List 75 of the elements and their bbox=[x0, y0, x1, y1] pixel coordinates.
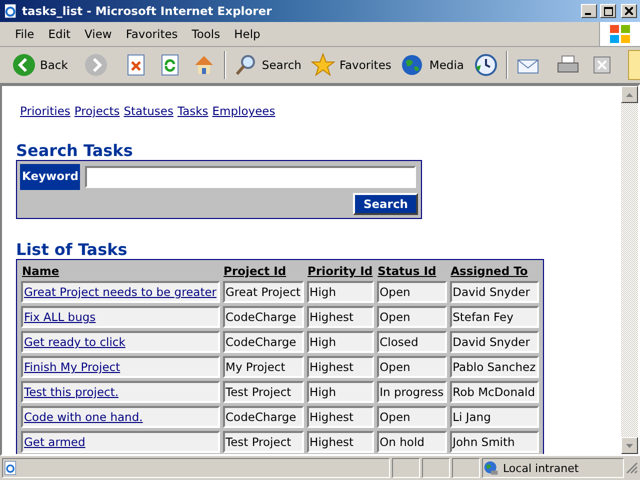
keyword-field[interactable] bbox=[85, 166, 416, 188]
menu-item[interactable]: File bbox=[8, 27, 42, 41]
nav-link[interactable]: Employees bbox=[212, 104, 276, 118]
table-cell: On hold bbox=[376, 431, 447, 453]
table-cell: Test Project bbox=[222, 381, 304, 403]
table-cell: High bbox=[306, 281, 374, 303]
window-title: tasks_list - Microsoft Internet Explorer bbox=[22, 4, 273, 18]
close-icon bbox=[625, 7, 633, 15]
search-button[interactable]: Search bbox=[232, 53, 304, 77]
menu-item[interactable]: Tools bbox=[184, 27, 228, 41]
back-button[interactable]: Back bbox=[10, 53, 70, 77]
nav-link[interactable]: Statuses bbox=[124, 104, 174, 118]
maximize-button[interactable] bbox=[600, 4, 616, 18]
minimize-button[interactable] bbox=[581, 4, 597, 18]
column-header[interactable]: Priority Id bbox=[306, 264, 374, 278]
table-cell: High bbox=[306, 381, 374, 403]
table-cell: Great Project bbox=[222, 281, 304, 303]
column-header[interactable]: Status Id bbox=[376, 264, 447, 278]
table-cell: Open bbox=[376, 356, 447, 378]
menu-item[interactable]: View bbox=[78, 27, 119, 41]
scroll-down-button[interactable] bbox=[621, 437, 638, 454]
nav-link[interactable]: Projects bbox=[74, 104, 120, 118]
menu-item[interactable]: Edit bbox=[41, 27, 78, 41]
maximize-icon bbox=[604, 6, 612, 16]
globe-icon bbox=[483, 460, 499, 476]
table-cell: David Snyder bbox=[450, 331, 539, 353]
table-cell: Pablo Sanchez bbox=[450, 356, 539, 378]
table-cell: High bbox=[306, 331, 374, 353]
status-pane bbox=[392, 458, 420, 478]
table-cell: In progress bbox=[376, 381, 447, 403]
history-clock-icon bbox=[474, 53, 498, 77]
status-pane bbox=[452, 458, 480, 478]
table-cell: Stefan Fey bbox=[450, 306, 539, 328]
menu-item[interactable]: Favorites bbox=[118, 27, 185, 41]
table-cell: Li Jang bbox=[450, 406, 539, 428]
column-header[interactable]: Project Id bbox=[222, 264, 304, 278]
table-cell: CodeCharge bbox=[222, 331, 304, 353]
close-button[interactable] bbox=[621, 4, 637, 18]
column-header[interactable]: Name bbox=[21, 264, 220, 278]
up-arrow-icon bbox=[626, 92, 633, 96]
scroll-up-button[interactable] bbox=[621, 86, 638, 103]
section-heading: Search Tasks bbox=[16, 142, 134, 160]
media-button[interactable]: Media bbox=[399, 53, 466, 77]
menu-item[interactable]: Help bbox=[227, 27, 268, 41]
zone-label: Local intranet bbox=[503, 462, 579, 474]
nav-link[interactable]: Tasks bbox=[177, 104, 208, 118]
field-label: Keyword bbox=[20, 164, 80, 190]
table-cell: Open bbox=[376, 306, 447, 328]
task-link[interactable]: Get armed bbox=[24, 435, 86, 449]
table-cell: Highest bbox=[306, 431, 374, 453]
table-cell: David Snyder bbox=[450, 281, 539, 303]
search-icon bbox=[234, 53, 258, 77]
column-header[interactable]: Assigned To bbox=[450, 264, 539, 278]
search-button[interactable]: Search bbox=[353, 193, 418, 215]
table-cell: Highest bbox=[306, 306, 374, 328]
table-cell: Open bbox=[376, 406, 447, 428]
star-icon bbox=[311, 53, 336, 77]
table-cell: Highest bbox=[306, 356, 374, 378]
favorites-button[interactable]: Favorites bbox=[309, 53, 394, 77]
table-cell: Open bbox=[376, 281, 447, 303]
scrollbar[interactable] bbox=[621, 86, 638, 454]
table-cell: CodeCharge bbox=[222, 406, 304, 428]
section-heading: List of Tasks bbox=[16, 241, 128, 259]
table-cell: John Smith bbox=[450, 431, 539, 453]
status-pane bbox=[422, 458, 450, 478]
table-cell: Highest bbox=[306, 406, 374, 428]
table-cell: My Project bbox=[222, 356, 304, 378]
down-arrow-icon bbox=[626, 444, 633, 448]
resize-grip-icon[interactable] bbox=[626, 462, 638, 474]
table-cell: Rob McDonald bbox=[450, 381, 539, 403]
table-cell: Test Project bbox=[222, 431, 304, 453]
table-cell: CodeCharge bbox=[222, 306, 304, 328]
nav-link[interactable]: Priorities bbox=[20, 104, 70, 118]
table-cell: Closed bbox=[376, 331, 447, 353]
page-icon bbox=[3, 460, 19, 476]
